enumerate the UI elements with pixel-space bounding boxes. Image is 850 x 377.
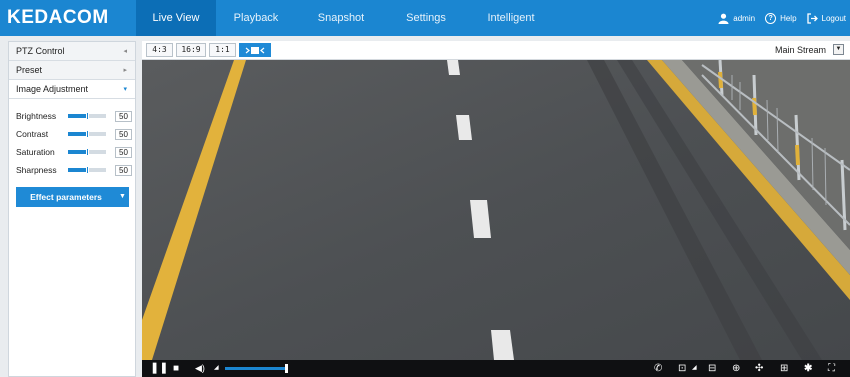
live-video-view[interactable] — [142, 60, 850, 360]
video-toolbar: 4:3 16:9 1:1 Main Stream ▼ — [142, 41, 850, 60]
sharpness-slider[interactable] — [68, 166, 106, 174]
volume-slider-handle[interactable] — [285, 364, 288, 373]
saturation-slider[interactable] — [68, 148, 106, 156]
section-label: Preset — [16, 65, 43, 75]
pause-icon[interactable]: ❚❚ — [150, 360, 168, 377]
stream-select[interactable]: Main Stream — [775, 43, 826, 57]
fullscreen-icon[interactable]: ⛶ — [828, 360, 835, 377]
chevron-down-icon: ▾ — [123, 86, 127, 93]
section-label: Image Adjustment — [16, 84, 89, 94]
video-control-bar: ❚❚ ■ ◀) ◢ ✆ ⊡ ◢ ⊟ ⊕ ✣ ⊞ ✱ ⛶ — [142, 360, 850, 377]
collapse-arrow-icon: ◂ — [123, 48, 127, 55]
main-nav: Live View Playback Snapshot Settings Int… — [136, 0, 556, 36]
section-label: PTZ Control — [16, 46, 65, 56]
dropdown-arrow-icon[interactable]: ▼ — [116, 187, 129, 207]
logout-link[interactable]: Logout — [822, 14, 846, 23]
ptz-move-icon[interactable]: ✣ — [755, 360, 763, 377]
saturation-row: Saturation 50 — [16, 143, 135, 161]
snapshot-icon[interactable]: ⊡ — [678, 360, 686, 377]
ratio-1-1-button[interactable]: 1:1 — [209, 43, 236, 57]
ratio-4-3-button[interactable]: 4:3 — [146, 43, 173, 57]
nav-snapshot[interactable]: Snapshot — [296, 0, 386, 36]
image-adjustment-panel: Brightness 50 Contrast 50 Saturation 50 … — [9, 99, 135, 179]
sharpness-row: Sharpness 50 — [16, 161, 135, 179]
stream-dropdown-icon[interactable]: ▼ — [833, 44, 844, 55]
snapshot-dropdown-icon[interactable]: ◢ — [692, 360, 697, 377]
effect-parameters-button[interactable]: Effect parameters ▼ — [16, 187, 129, 207]
ratio-16-9-button[interactable]: 16:9 — [176, 43, 206, 57]
volume-slider[interactable] — [225, 367, 287, 370]
section-image-adjustment[interactable]: Image Adjustment ▾ — [9, 80, 135, 99]
fit-window-button[interactable] — [239, 43, 271, 57]
video-frame — [142, 60, 850, 360]
top-navigation-bar: KEDACOM Live View Playback Snapshot Sett… — [0, 0, 850, 36]
help-icon[interactable]: ? — [765, 12, 777, 24]
user-area: admin ? Help Logout — [718, 0, 846, 36]
fit-window-icon — [245, 47, 265, 54]
contrast-slider[interactable] — [68, 130, 106, 138]
record-icon[interactable]: ⊟ — [708, 360, 716, 377]
saturation-value[interactable]: 50 — [115, 146, 132, 158]
brightness-value[interactable]: 50 — [115, 110, 132, 122]
stop-icon[interactable]: ■ — [173, 360, 179, 377]
saturation-label: Saturation — [16, 147, 55, 157]
sharpness-value[interactable]: 50 — [115, 164, 132, 176]
nav-live-view[interactable]: Live View — [136, 0, 216, 36]
help-link[interactable]: Help — [780, 14, 796, 23]
brightness-label: Brightness — [16, 111, 57, 121]
volume-icon[interactable]: ◀) — [195, 360, 205, 377]
contrast-label: Contrast — [16, 129, 49, 139]
section-preset[interactable]: Preset ▸ — [9, 61, 135, 80]
nav-playback[interactable]: Playback — [216, 0, 296, 36]
section-ptz-control[interactable]: PTZ Control ◂ — [9, 42, 135, 61]
brightness-row: Brightness 50 — [16, 107, 135, 125]
effect-parameters-label: Effect parameters — [30, 192, 102, 202]
contrast-value[interactable]: 50 — [115, 128, 132, 140]
nav-settings[interactable]: Settings — [386, 0, 466, 36]
window-icon[interactable]: ⊞ — [780, 360, 788, 377]
nav-intelligent[interactable]: Intelligent — [466, 0, 556, 36]
left-panel: PTZ Control ◂ Preset ▸ Image Adjustment … — [8, 41, 136, 377]
user-icon — [718, 13, 729, 24]
username[interactable]: admin — [733, 14, 755, 23]
zoom-icon[interactable]: ⊕ — [732, 360, 740, 377]
brightness-slider[interactable] — [68, 112, 106, 120]
expand-arrow-icon: ▸ — [123, 67, 127, 74]
settings-icon[interactable]: ✱ — [804, 360, 812, 377]
phone-icon[interactable]: ✆ — [654, 360, 662, 377]
logout-icon[interactable] — [806, 12, 818, 24]
brand-logo: KEDACOM — [7, 7, 109, 28]
volume-dropdown-icon[interactable]: ◢ — [214, 360, 219, 377]
contrast-row: Contrast 50 — [16, 125, 135, 143]
sharpness-label: Sharpness — [16, 165, 57, 175]
